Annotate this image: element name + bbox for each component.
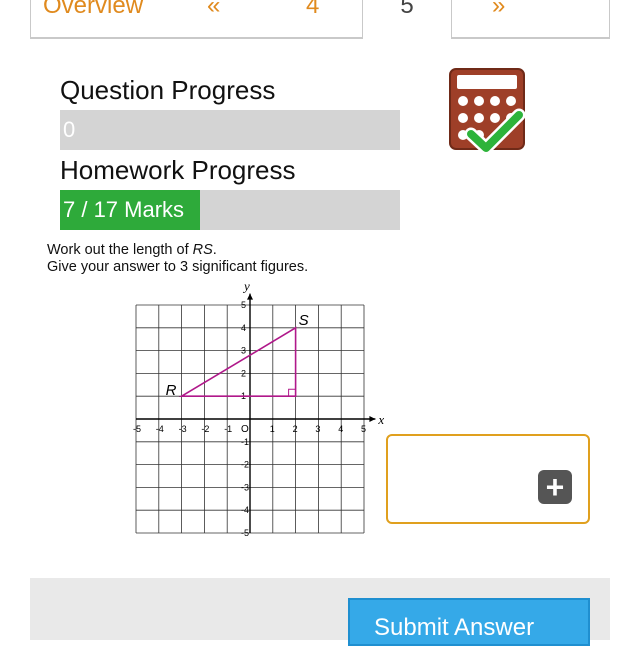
y-axis-label: y: [242, 282, 250, 294]
y-tick-label: -5: [241, 528, 249, 538]
x-tick-label: -1: [224, 424, 232, 434]
x-tick-label: 5: [361, 424, 366, 434]
y-tick-label: 3: [241, 346, 246, 356]
x-tick-label: 2: [293, 424, 298, 434]
right-angle-marker: [288, 388, 296, 397]
footer-bar: Submit Answer: [30, 578, 610, 646]
x-tick-label: 4: [338, 424, 343, 434]
tab-prev[interactable]: «: [207, 0, 220, 20]
y-axis-arrow: [247, 293, 253, 300]
plus-icon[interactable]: +: [538, 470, 572, 504]
question-progress-bar: 0: [60, 110, 400, 150]
triangle-rs: [178, 326, 297, 397]
x-tick-label: -3: [179, 424, 187, 434]
tab-question-4[interactable]: 4: [306, 0, 319, 20]
tab-next-label: »: [492, 0, 506, 19]
y-tick-label: -1: [241, 437, 249, 447]
question-progress-heading: Question Progress: [60, 75, 276, 105]
y-tick-label: -3: [241, 482, 249, 492]
y-tick-label: -4: [241, 505, 249, 515]
question-line-1: Work out the length of RS.: [47, 242, 217, 258]
coordinate-grid: xyO-5 -4 -3 -2 -1 1 2 3 4 554321-1-2-3-4-5RS: [133, 282, 384, 538]
x-tick-label: 1: [270, 424, 275, 434]
question-line-1-prefix: Work out the length of: [47, 242, 193, 258]
y-tick-label: 5: [241, 300, 246, 310]
tab-bar: Overview « 4 5 »: [0, 0, 640, 42]
point-label-s: S: [299, 312, 309, 329]
x-tick-label: -2: [201, 424, 209, 434]
x-tick-label: -4: [156, 424, 164, 434]
origin-label: O: [241, 424, 249, 435]
tab-question-current: 5: [363, 0, 451, 38]
tab-overview[interactable]: Overview: [43, 0, 143, 20]
tab-next[interactable]: »: [451, 0, 610, 38]
question-var-rs: RS: [192, 242, 213, 258]
answer-input[interactable]: +: [386, 434, 590, 524]
question-line-1-suffix: .: [212, 242, 217, 258]
tab-divider: [451, 38, 610, 39]
submit-answer-button[interactable]: Submit Answer: [348, 598, 590, 646]
homework-progress-heading: Homework Progress: [60, 155, 296, 185]
y-tick-label: 2: [241, 368, 246, 378]
point-label-r: R: [166, 382, 177, 399]
question-line-2: Give your answer to 3 significant figure…: [47, 259, 309, 275]
y-tick-label: -2: [241, 460, 249, 470]
x-tick-label: -5: [133, 424, 141, 434]
x-tick-label: 3: [315, 424, 320, 434]
calculator-allowed-icon: [449, 68, 526, 152]
y-tick-label: 4: [241, 323, 246, 333]
x-axis-arrow: [369, 416, 376, 422]
tab-group-overview: Overview « 4: [30, 0, 363, 38]
tab-current-label: 5: [400, 0, 414, 19]
tab-divider: [30, 38, 363, 39]
x-axis-label: x: [377, 412, 384, 427]
homework-progress-bar: 7 / 17 Marks: [60, 190, 400, 230]
question-progress-value: 0: [63, 117, 76, 142]
homework-progress-value: 7 / 17 Marks: [63, 197, 185, 222]
submit-answer-label: Submit Answer: [374, 614, 535, 641]
